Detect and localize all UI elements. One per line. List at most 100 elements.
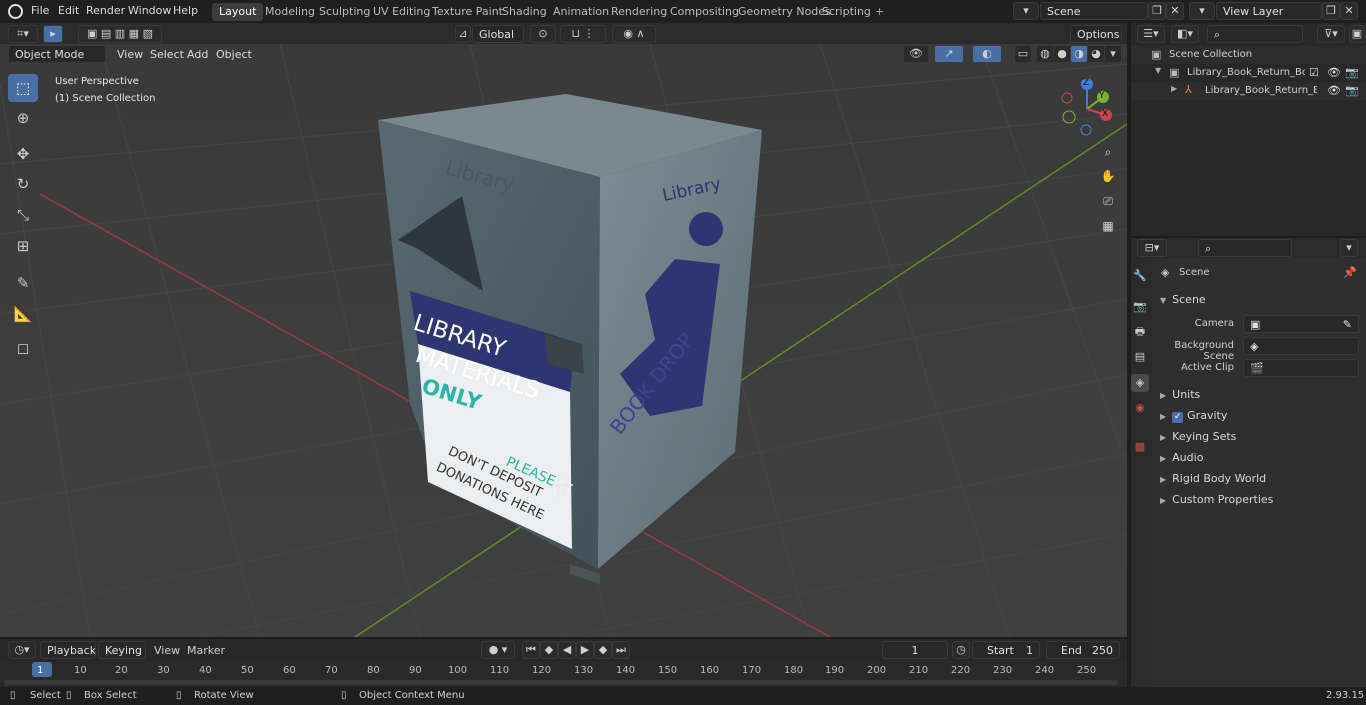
display-mode-icon[interactable]: ◧▾ [1171,25,1199,43]
orientation-icon[interactable]: ⊿ [455,25,471,43]
options-dropdown[interactable]: Options [1070,25,1122,43]
menu-render[interactable]: Render [86,4,125,17]
eye-icon[interactable]: 👁 [1327,84,1341,97]
expand-icon[interactable]: ▼ [1155,66,1161,75]
scene-tab-icon[interactable]: ◈ [1131,374,1149,392]
timeline-scrollbar[interactable] [4,680,1118,685]
zoom-icon[interactable]: ⌕ [1097,141,1119,163]
transform-orientation-dropdown[interactable]: Global [472,25,524,43]
panel-rigid-body-world[interactable]: ▶ Rigid Body World [1160,472,1266,485]
tab-layout[interactable]: Layout [212,3,264,21]
menu-object[interactable]: Object [216,48,252,61]
cursor-tool-icon[interactable]: ⊕ [8,104,38,132]
scene-selector-icon[interactable]: ▾ [1013,2,1039,20]
menu-window[interactable]: Window [128,4,171,17]
expand-icon[interactable]: ▶ [1171,84,1177,93]
camera-icon[interactable]: 📷 [1345,84,1359,97]
rendered-shading-icon[interactable]: ◕ [1087,45,1105,63]
panel-gravity[interactable]: ▶ ✓ Gravity [1160,409,1227,423]
panel-units[interactable]: ▶ Units [1160,388,1200,401]
scene-section-header[interactable]: ▼ Scene [1160,293,1206,306]
pivot-point-icon[interactable]: ⊙ [530,25,556,43]
gravity-checkbox[interactable]: ✓ [1172,412,1184,423]
measure-tool-icon[interactable]: 📐 [8,300,38,328]
jump-end-icon[interactable]: ⏭ [612,641,630,659]
panel-keying-sets[interactable]: ▶ Keying Sets [1160,430,1236,443]
add-workspace-icon[interactable]: + [868,3,891,21]
keying-dropdown[interactable]: Keying [98,641,146,659]
select-box-tool-icon[interactable]: ⬚ [8,74,38,102]
material-shading-icon[interactable]: ◑ [1070,45,1088,63]
select-tool-icon[interactable]: ▸ [43,25,63,43]
play-icon[interactable]: ▶ [576,641,594,659]
transform-tool-icon[interactable]: ⊞ [8,232,38,260]
preview-range-icon[interactable]: ◷ [952,641,970,659]
menu-view[interactable]: View [117,48,143,61]
editor-type-icon[interactable]: ⌗▾ [8,25,38,43]
viewport[interactable]: Library LIBRARY MATERIALS ONLY PLEASE DO… [0,44,1127,637]
camera-icon[interactable]: 📷 [1345,66,1359,79]
playback-dropdown[interactable]: Playback [40,641,96,659]
menu-file[interactable]: File [31,4,49,17]
panel-custom-properties[interactable]: ▶ Custom Properties [1160,493,1273,506]
timeline-marker-menu[interactable]: Marker [187,644,225,657]
new-view-layer-icon[interactable]: ❐ [1322,2,1340,20]
menu-select[interactable]: Select [150,48,184,61]
delete-view-layer-icon[interactable]: ✕ [1340,2,1358,20]
new-collection-icon[interactable]: ▣ [1349,25,1365,43]
view-layer-field[interactable]: View Layer [1216,2,1322,20]
object-mode-dropdown[interactable]: Object Mode [8,45,106,63]
panel-audio[interactable]: ▶ Audio [1160,451,1203,464]
navigation-gizmo[interactable] [1055,74,1125,144]
menu-help[interactable]: Help [173,4,198,17]
xray-icon[interactable]: ▭ [1014,45,1032,63]
gizmo-toggle-icon[interactable]: ↗ [934,45,964,63]
texture-tab-icon[interactable]: ▩ [1131,438,1149,456]
output-tab-icon[interactable]: 🖶 [1131,323,1149,341]
annotate-tool-icon[interactable]: ✎ [8,269,38,297]
snapping-icon[interactable]: ⊔ ⋮ [560,25,606,43]
end-frame-field[interactable]: End 250 [1046,641,1120,659]
camera-field[interactable]: ▣ ✎ [1243,315,1359,333]
outliner-row-item1[interactable]: ▼ ▣ Library_Book_Return_Box_M ☑ 👁 📷 [1131,64,1366,82]
timeline-editor-icon[interactable]: ◷▾ [8,641,36,659]
selection-mode-icons[interactable]: ▣ ▤ ▥ ▦ ▧ [78,25,162,43]
outliner-search-input[interactable]: ⌕ [1207,25,1303,43]
render-tab-icon[interactable]: 📷 [1131,298,1149,316]
camera-view-icon[interactable]: ⎚ [1097,190,1119,212]
delete-scene-icon[interactable]: ✕ [1166,2,1184,20]
new-scene-icon[interactable]: ❐ [1148,2,1166,20]
tool-tab-icon[interactable]: 🔧 [1131,267,1149,285]
pin-icon[interactable]: 📌 [1343,266,1357,279]
menu-edit[interactable]: Edit [58,4,79,17]
outliner-row-item2[interactable]: ▶ ⅄ Library_Book_Return_Bo 👁 📷 [1131,82,1366,100]
view-layer-tab-icon[interactable]: ▤ [1131,348,1149,366]
solid-shading-icon[interactable]: ● [1053,45,1071,63]
background-scene-field[interactable]: ◈ [1243,337,1359,355]
properties-search-input[interactable]: ⌕ [1198,239,1292,257]
menu-add[interactable]: Add [187,48,208,61]
overlay-toggle-icon[interactable]: ◐ [972,45,1002,63]
add-cube-tool-icon[interactable]: ◻ [8,334,38,362]
timeline-view-menu[interactable]: View [154,644,180,657]
view-layer-icon[interactable]: ▾ [1189,2,1215,20]
tab-shading[interactable]: Shading [495,3,554,21]
auto-keying-icon[interactable]: ● ▾ [481,641,515,659]
scene-field[interactable]: Scene [1040,2,1148,20]
outliner-editor-icon[interactable]: ☰▾ [1137,25,1165,43]
jump-start-icon[interactable]: ⏮ [522,641,540,659]
pan-hand-icon[interactable]: ✋ [1097,165,1119,187]
move-tool-icon[interactable]: ✥ [8,140,38,168]
properties-editor-icon[interactable]: ⊟▾ [1137,239,1167,257]
rotate-tool-icon[interactable]: ↻ [8,170,38,198]
start-frame-field[interactable]: Start 1 [972,641,1040,659]
shading-options-icon[interactable]: ▾ [1104,45,1122,63]
blender-logo-icon[interactable] [8,4,23,19]
perspective-grid-icon[interactable]: ▦ [1097,215,1119,237]
world-tab-icon[interactable]: ◉ [1131,399,1149,417]
current-frame-field[interactable]: 1 [882,641,948,659]
prev-keyframe-icon[interactable]: ◆ [540,641,558,659]
properties-options-icon[interactable]: ▾ [1340,239,1358,257]
active-clip-field[interactable]: 🎬 [1243,359,1359,377]
checkbox-icon[interactable]: ☑ [1309,66,1319,79]
